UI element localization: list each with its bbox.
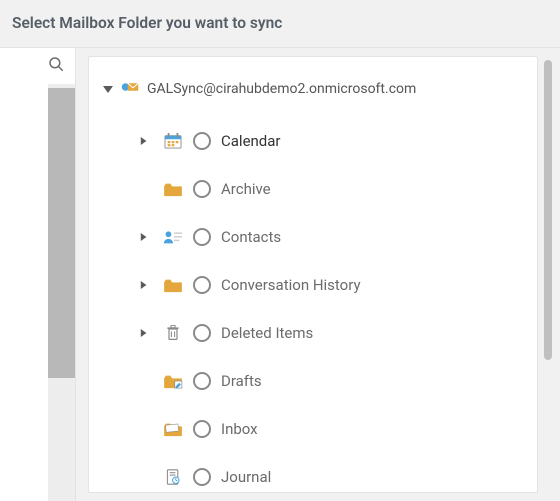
folder-label: Drafts: [221, 372, 537, 390]
folder-radio[interactable]: [193, 420, 211, 438]
folder-label: Calendar: [221, 132, 537, 150]
folder-row[interactable]: Journal: [89, 453, 537, 493]
folder-row[interactable]: Conversation History: [89, 261, 537, 309]
folder-row[interactable]: Deleted Items: [89, 309, 537, 357]
chevron-right-icon[interactable]: [135, 329, 153, 337]
folder-row[interactable]: Archive: [89, 165, 537, 213]
chevron-right-icon[interactable]: [135, 233, 153, 241]
folder-icon: [159, 181, 187, 197]
trash-icon: [159, 325, 187, 341]
dialog-title: Select Mailbox Folder you want to sync: [0, 0, 560, 48]
left-panel: [0, 48, 76, 501]
chevron-right-icon[interactable]: [135, 137, 153, 145]
folder-label: Archive: [221, 180, 537, 198]
left-content: [0, 84, 49, 501]
folder-tree: GALSync@cirahubdemo2.onmicrosoft.com Cal…: [88, 56, 538, 493]
search-row: [0, 48, 75, 85]
folder-label: Journal: [221, 468, 537, 486]
folder-row[interactable]: Inbox: [89, 405, 537, 453]
chevron-down-icon[interactable]: [103, 84, 113, 94]
mailbox-icon: [121, 80, 139, 98]
inbox-icon: [159, 421, 187, 437]
mailbox-address: GALSync@cirahubdemo2.onmicrosoft.com: [147, 81, 416, 97]
folder-radio[interactable]: [193, 324, 211, 342]
folder-label: Deleted Items: [221, 324, 537, 342]
right-scrollbar-thumb[interactable]: [544, 60, 552, 360]
folder-radio[interactable]: [193, 132, 211, 150]
right-panel: GALSync@cirahubdemo2.onmicrosoft.com Cal…: [76, 48, 560, 501]
folder-label: Conversation History: [221, 276, 537, 294]
folder-row[interactable]: Calendar: [89, 117, 537, 165]
folder-row[interactable]: Drafts: [89, 357, 537, 405]
folder-radio[interactable]: [193, 276, 211, 294]
folder-icon: [159, 277, 187, 293]
folder-label: Inbox: [221, 420, 537, 438]
contacts-icon: [159, 229, 187, 245]
folder-list: Calendar Archive Contacts Conversation Hist…: [89, 117, 537, 493]
left-scrollbar[interactable]: [48, 84, 75, 501]
folder-radio[interactable]: [193, 372, 211, 390]
journal-icon: [159, 469, 187, 485]
calendar-icon: [159, 133, 187, 149]
dialog-body: GALSync@cirahubdemo2.onmicrosoft.com Cal…: [0, 48, 560, 501]
drafts-icon: [159, 373, 187, 389]
right-scrollbar[interactable]: [544, 60, 552, 489]
mailbox-root[interactable]: GALSync@cirahubdemo2.onmicrosoft.com: [89, 75, 537, 103]
folder-row[interactable]: Contacts: [89, 213, 537, 261]
left-scrollbar-thumb[interactable]: [48, 88, 75, 378]
search-icon[interactable]: [47, 55, 65, 77]
folder-radio[interactable]: [193, 228, 211, 246]
folder-label: Contacts: [221, 228, 537, 246]
chevron-right-icon[interactable]: [135, 281, 153, 289]
folder-radio[interactable]: [193, 468, 211, 486]
folder-radio[interactable]: [193, 180, 211, 198]
